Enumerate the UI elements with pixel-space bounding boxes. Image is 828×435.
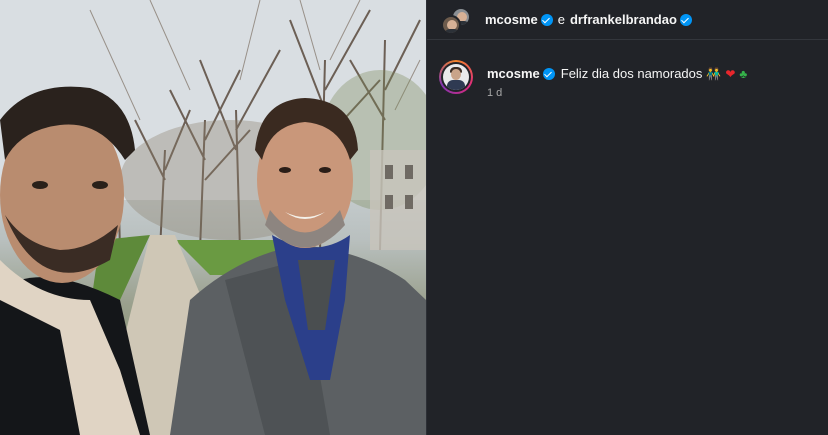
- conjunction-text: e: [557, 12, 565, 27]
- avatar-mcosme[interactable]: [441, 14, 461, 35]
- username-link-1[interactable]: mcosme: [485, 12, 538, 27]
- selfie-illustration: [0, 0, 426, 435]
- verified-badge-icon: [540, 13, 553, 26]
- post-side-panel: mcosme e drfrankelbrandao mcosme Feliz d…: [426, 0, 828, 435]
- story-ring-avatar[interactable]: [439, 60, 473, 94]
- collab-usernames: mcosme e drfrankelbrandao: [485, 12, 692, 27]
- post-photo[interactable]: [0, 0, 426, 435]
- post-header: mcosme e drfrankelbrandao: [427, 0, 828, 40]
- four-leaf-clover-emoji-icon: ♣: [739, 66, 748, 81]
- caption-text: Feliz dia dos namorados: [560, 66, 703, 81]
- verified-badge-icon: [542, 67, 555, 80]
- couple-emoji-icon: 👬: [706, 66, 722, 81]
- red-heart-emoji-icon: ❤: [725, 66, 736, 81]
- avatar-image: [443, 64, 469, 90]
- caption-comment: mcosme Feliz dia dos namorados 👬 ❤ ♣ 1 d: [439, 60, 747, 99]
- collab-avatars[interactable]: [439, 4, 475, 36]
- username-link-2[interactable]: drfrankelbrandao: [570, 12, 677, 27]
- verified-badge-icon: [679, 13, 692, 26]
- timestamp[interactable]: 1 d: [487, 87, 747, 99]
- caption-username[interactable]: mcosme: [487, 66, 540, 81]
